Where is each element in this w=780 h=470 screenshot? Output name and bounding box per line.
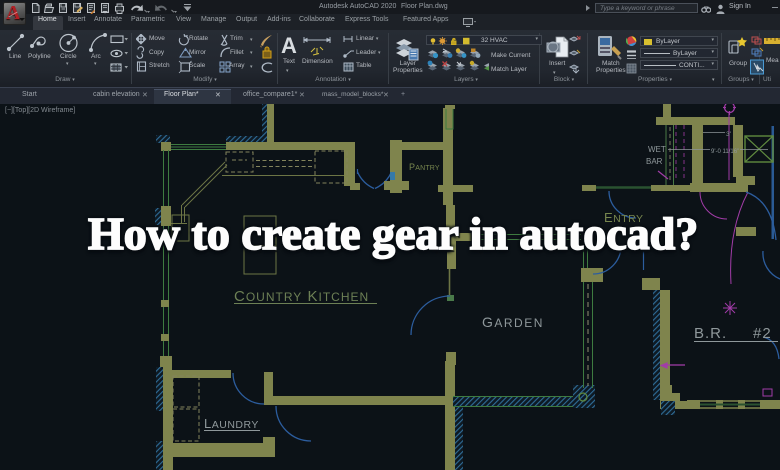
svg-text:9'-0 11/16": 9'-0 11/16" (711, 149, 739, 155)
svg-text:PANTRY: PANTRY (409, 162, 440, 172)
svg-text:WET: WET (648, 145, 666, 154)
svg-text:B.R. #2: B.R. #2 (694, 325, 772, 342)
svg-text:3': 3' (726, 131, 731, 138)
svg-text:COUNTRY KITCHEN: COUNTRY KITCHEN (234, 288, 369, 305)
svg-text:LAUNDRY: LAUNDRY (204, 416, 259, 431)
svg-text:GARDEN: GARDEN (482, 314, 544, 330)
svg-text:BAR: BAR (646, 157, 663, 166)
